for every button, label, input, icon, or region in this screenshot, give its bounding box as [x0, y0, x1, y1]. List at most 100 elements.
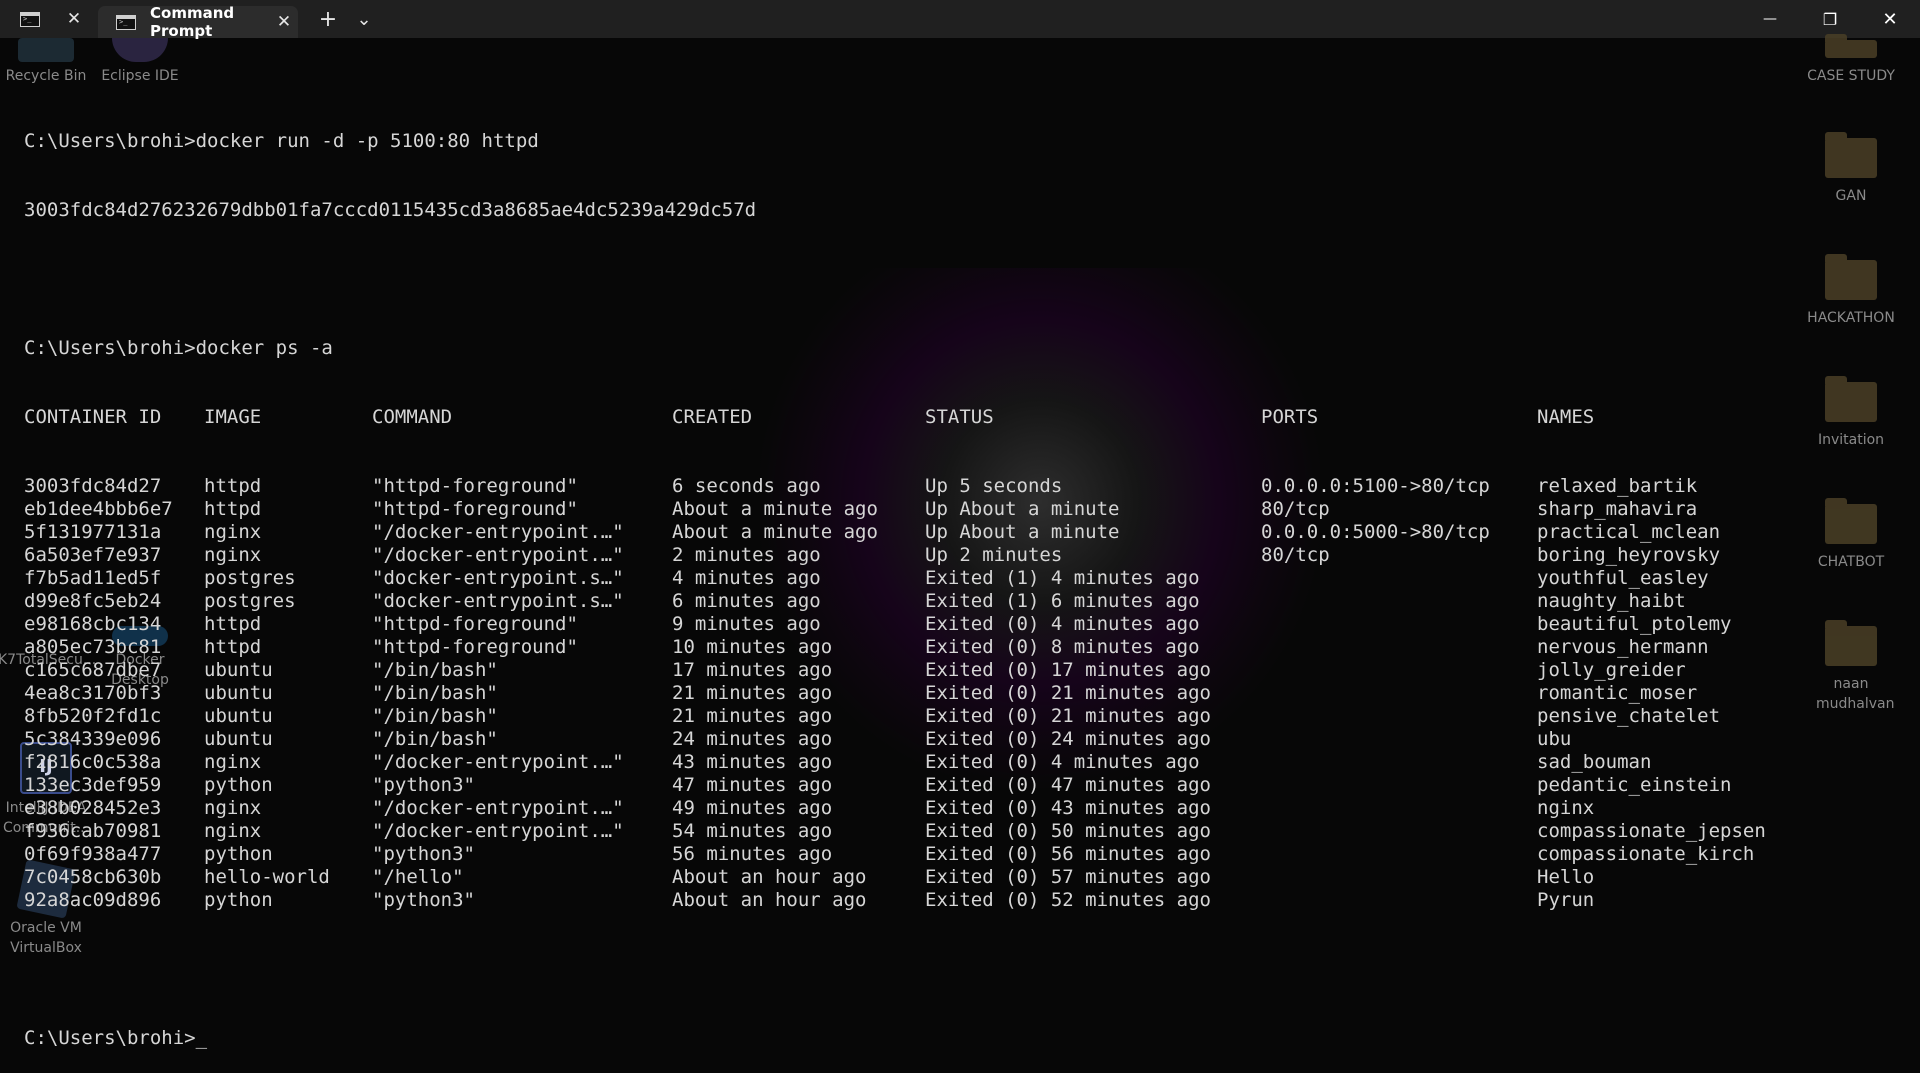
- folder-icon: [1825, 376, 1877, 422]
- desktop-icon-recycle-bin[interactable]: Recycle Bin: [0, 38, 94, 86]
- table-cell: 56 minutes ago: [672, 843, 833, 865]
- folder-icon: [1825, 620, 1877, 666]
- desktop-icon-eclipse[interactable]: Eclipse IDE: [92, 38, 188, 86]
- column-header: PORTS: [1261, 406, 1319, 428]
- table-cell: httpd: [204, 475, 262, 497]
- table-cell: python: [204, 843, 273, 865]
- column-header: CONTAINER ID: [24, 406, 162, 428]
- table-cell: f936cab70981: [24, 820, 162, 842]
- table-cell: romantic_moser: [1537, 682, 1698, 704]
- table-cell: python: [204, 889, 273, 911]
- table-row: 8fb520f2fd1c ubuntu "/bin/bash" 21 minutes …: [24, 705, 1720, 728]
- tab-title: Command Prompt: [150, 4, 235, 40]
- table-cell: ubuntu: [204, 705, 273, 727]
- table-cell: f2816c0c538a: [24, 751, 162, 773]
- desktop-folder-hackathon[interactable]: HACKATHON: [1803, 254, 1899, 328]
- desktop-folder-chatbot[interactable]: CHATBOT: [1803, 498, 1899, 572]
- desktop-folder-invitation[interactable]: Invitation: [1803, 376, 1899, 450]
- table-cell: httpd: [204, 613, 262, 635]
- prompt-line[interactable]: C:\Users\brohi> _: [24, 1027, 756, 1050]
- table-cell: "/docker-entrypoint.…": [372, 544, 624, 566]
- table-cell: About an hour ago: [672, 889, 867, 911]
- table-cell: Exited (1) 6 minutes ago: [925, 590, 1200, 612]
- table-row: f936cab70981 nginx "/docker-entrypoint.…" 5…: [24, 820, 1766, 843]
- container-table: 3003fdc84d27 httpd "httpd-foreground" 6 sec…: [24, 475, 1766, 912]
- table-cell: 21 minutes ago: [672, 682, 833, 704]
- table-cell: "python3": [372, 843, 475, 865]
- table-cell: Exited (0) 4 minutes ago: [925, 613, 1200, 635]
- table-cell: "httpd-foreground": [372, 498, 578, 520]
- table-row: 133ec3def959 python "python3" 47 minutes ag…: [24, 774, 1731, 797]
- close-button[interactable]: ✕: [1860, 0, 1920, 38]
- table-cell: nervous_hermann: [1537, 636, 1709, 658]
- desktop-folder-gan[interactable]: GAN: [1803, 132, 1899, 206]
- table-cell: Up About a minute: [925, 521, 1120, 543]
- table-cell: 5f131977131a: [24, 521, 162, 543]
- table-cell: "httpd-foreground": [372, 475, 578, 497]
- table-row: f7b5ad11ed5f postgres "docker-entrypoint.s…: [24, 567, 1709, 590]
- table-cell: python: [204, 774, 273, 796]
- table-row: 5c384339e096 ubuntu "/bin/bash" 24 minutes …: [24, 728, 1571, 751]
- table-cell: 43 minutes ago: [672, 751, 833, 773]
- table-cell: Up 5 seconds: [925, 475, 1063, 497]
- table-cell: Exited (0) 21 minutes ago: [925, 705, 1211, 727]
- table-cell: Hello: [1537, 866, 1595, 888]
- table-cell: f7b5ad11ed5f: [24, 567, 162, 589]
- new-tab-button[interactable]: +: [310, 0, 346, 38]
- table-cell: nginx: [1537, 797, 1595, 819]
- table-row: a805ec73bc81 httpd "httpd-foreground" 10 mi…: [24, 636, 1709, 659]
- desktop-icon-label: Invitation: [1817, 432, 1885, 448]
- tab-dropdown-button[interactable]: ⌄: [346, 0, 382, 38]
- table-cell: 4 minutes ago: [672, 567, 821, 589]
- tab-command-prompt[interactable]: Command Prompt ✕: [98, 4, 298, 40]
- desktop-folder-naan-mudhalvan[interactable]: naan mudhalvan: [1803, 620, 1899, 714]
- table-row: 92a8ac09d896 python "python3" About an hour…: [24, 889, 1594, 912]
- table-cell: Exited (0) 24 minutes ago: [925, 728, 1211, 750]
- table-cell: "/bin/bash": [372, 682, 498, 704]
- terminal-icon: [20, 11, 40, 27]
- minimize-button[interactable]: —: [1740, 0, 1800, 38]
- table-cell: boring_heyrovsky: [1537, 544, 1721, 566]
- table-cell: 80/tcp: [1261, 498, 1330, 520]
- table-cell: "httpd-foreground": [372, 636, 578, 658]
- table-cell: "docker-entrypoint.s…": [372, 567, 624, 589]
- eclipse-icon: [112, 38, 168, 62]
- table-cell: 5c384339e096: [24, 728, 162, 750]
- table-cell: 24 minutes ago: [672, 728, 833, 750]
- table-cell: nginx: [204, 751, 262, 773]
- column-header: NAMES: [1537, 406, 1595, 428]
- table-cell: httpd: [204, 498, 262, 520]
- table-cell: "/bin/bash": [372, 705, 498, 727]
- table-row: d99e8fc5eb24 postgres "docker-entrypoint.s…: [24, 590, 1686, 613]
- column-header: STATUS: [925, 406, 994, 428]
- desktop-icon-label: GAN: [1835, 188, 1867, 204]
- close-tab-icon[interactable]: ✕: [270, 8, 298, 36]
- table-cell: practical_mclean: [1537, 521, 1721, 543]
- close-tab-icon[interactable]: ✕: [60, 5, 88, 33]
- table-cell: "/hello": [372, 866, 464, 888]
- terminal-output[interactable]: C:\Users\brohi>docker run -d -p 5100:80 …: [24, 84, 1766, 1073]
- column-header: CREATED: [672, 406, 753, 428]
- table-cell: Exited (0) 17 minutes ago: [925, 659, 1211, 681]
- command-output: 3003fdc84d276232679dbb01fa7cccd0115435cd…: [24, 199, 757, 221]
- prompt: C:\Users\brohi>: [24, 1027, 196, 1049]
- table-cell: Pyrun: [1537, 889, 1595, 911]
- maximize-button[interactable]: ❐: [1800, 0, 1860, 38]
- table-row: e38b028452e3 nginx "/docker-entrypoint.…" 4…: [24, 797, 1594, 820]
- desktop-icon-label: Eclipse IDE: [101, 68, 179, 84]
- column-header: IMAGE: [204, 406, 262, 428]
- table-cell: Exited (0) 43 minutes ago: [925, 797, 1211, 819]
- table-cell: "/docker-entrypoint.…": [372, 751, 624, 773]
- table-cell: "python3": [372, 889, 475, 911]
- desktop-icon-label: naan mudhalvan: [1816, 676, 1895, 712]
- desktop-folder-case-study[interactable]: CASE STUDY: [1803, 34, 1899, 86]
- table-cell: "/docker-entrypoint.…": [372, 797, 624, 819]
- table-cell: nginx: [204, 797, 262, 819]
- table-cell: "/bin/bash": [372, 728, 498, 750]
- table-row: f2816c0c538a nginx "/docker-entrypoint.…" 4…: [24, 751, 1651, 774]
- table-cell: 80/tcp: [1261, 544, 1330, 566]
- table-header: CONTAINER ID IMAGE COMMAND CREATED STATU…: [24, 406, 1594, 429]
- title-bar: ✕ Command Prompt ✕ + ⌄ — ❐ ✕: [0, 0, 1920, 40]
- tab-inactive[interactable]: ✕: [0, 0, 88, 38]
